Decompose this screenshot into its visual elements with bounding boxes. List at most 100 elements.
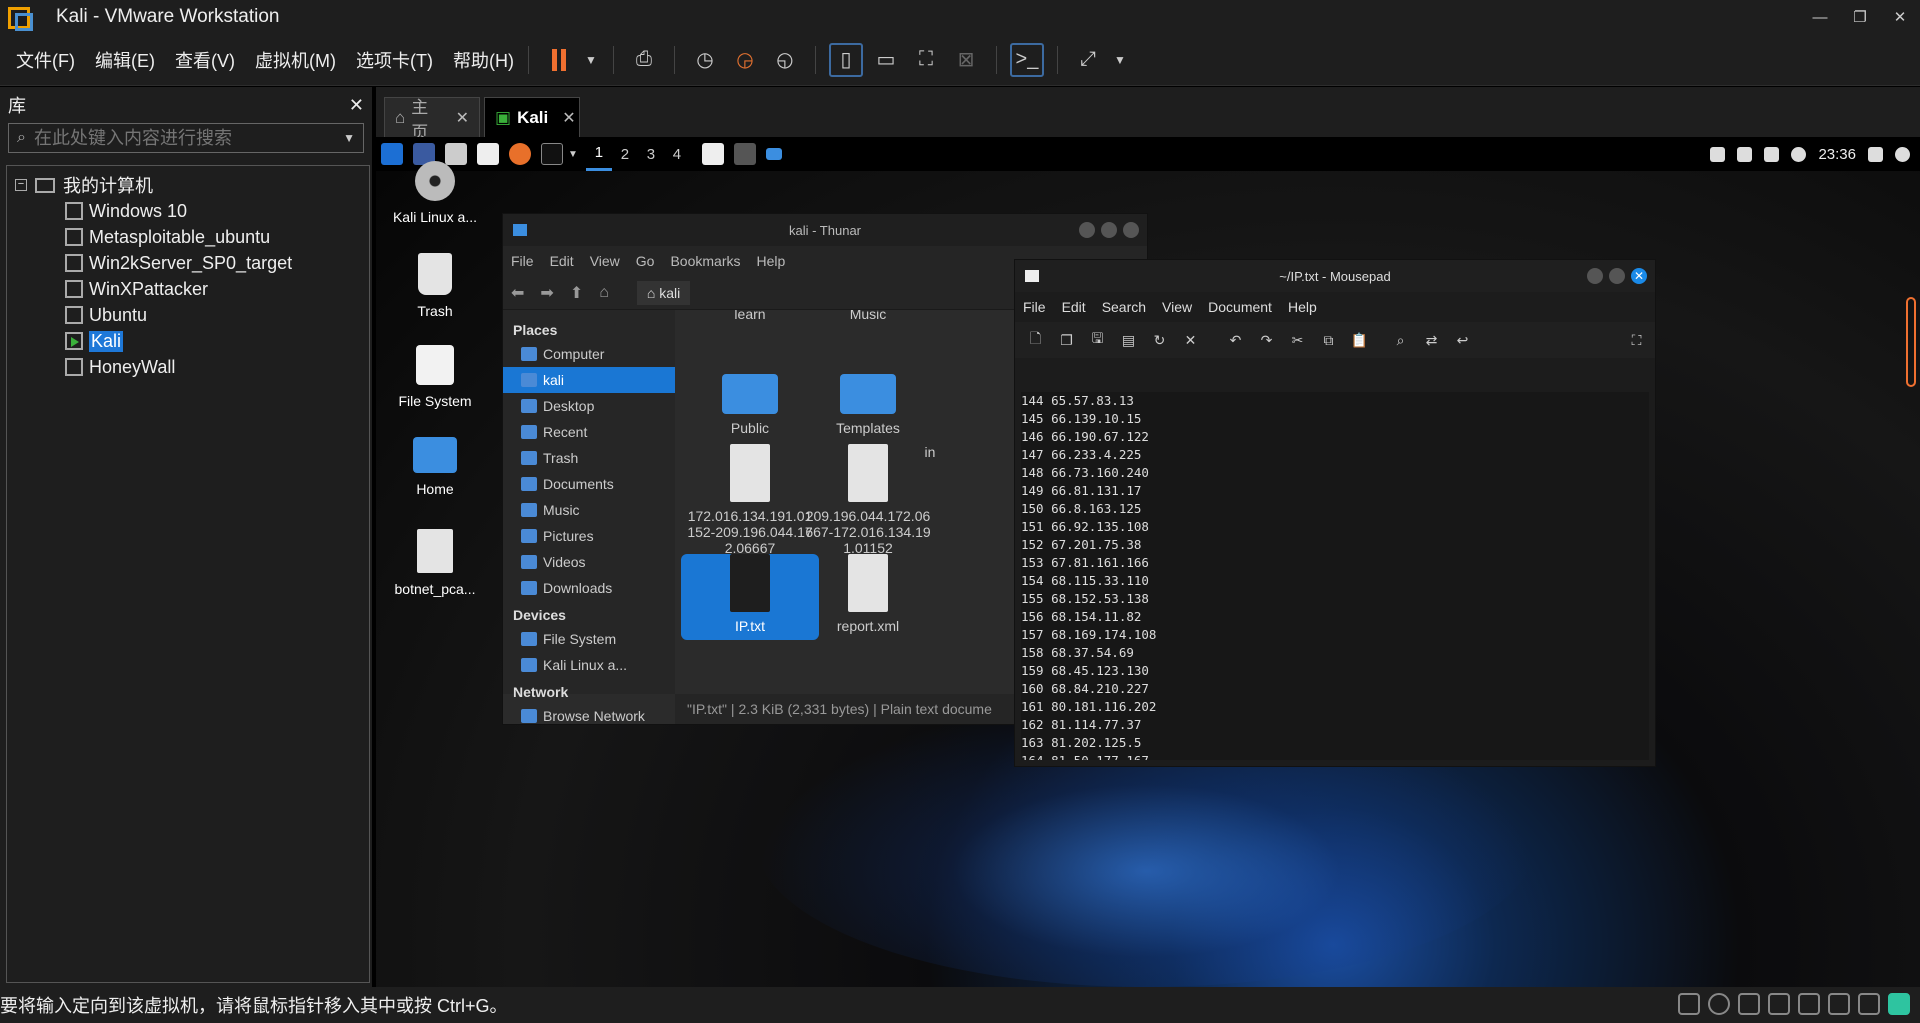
menu-edit[interactable]: 编辑(E) (95, 47, 155, 73)
menu-help[interactable]: 帮助(H) (453, 47, 514, 73)
sidebar-item[interactable]: Desktop (503, 393, 675, 419)
sidebar-item[interactable]: Trash (503, 445, 675, 471)
close-button[interactable]: ✕ (1880, 0, 1920, 34)
close-button[interactable] (1123, 222, 1139, 238)
tree-item[interactable]: Windows 10 (7, 198, 369, 224)
maximize-button[interactable] (1101, 222, 1117, 238)
redo-icon[interactable]: ↷ (1254, 332, 1279, 349)
tree-item[interactable]: Win2kServer_SP0_target (7, 250, 369, 276)
mousepad-text-area[interactable]: 144 65.57.83.13 145 66.139.10.15 146 66.19… (1021, 392, 1649, 760)
tree-item[interactable]: Ubuntu (7, 302, 369, 328)
search-icon[interactable]: ⌕ (1388, 332, 1413, 349)
new-document-icon[interactable]: 🗋 (1023, 328, 1048, 352)
tab-home[interactable]: ⌂ 主页 ✕ (384, 97, 480, 142)
sidebar-item[interactable]: Videos (503, 549, 675, 575)
copy-icon[interactable]: ⧉ (1316, 332, 1341, 349)
desktop-icon-botnet[interactable]: botnet_pca... (380, 529, 490, 597)
workspace-3[interactable]: 3 (638, 137, 664, 171)
restore-button[interactable]: ❐ (1840, 0, 1880, 34)
tab-close-icon[interactable]: ✕ (456, 108, 469, 128)
find-replace-icon[interactable]: ⇄ (1419, 332, 1444, 349)
close-button[interactable]: ✕ (1631, 268, 1647, 284)
close-document-icon[interactable]: ✕ (1178, 332, 1203, 349)
workspace-4[interactable]: 4 (664, 137, 690, 171)
stretch-guest-icon[interactable]: ⤢ (1071, 43, 1105, 77)
cut-icon[interactable]: ✂ (1285, 332, 1310, 349)
sidebar-item[interactable]: kali (503, 367, 675, 393)
unity-icon[interactable]: ⊠ (949, 43, 983, 77)
thunar-menu-item[interactable]: Go (636, 253, 655, 269)
suspend-pause-icon[interactable] (542, 43, 576, 77)
sidebar-item[interactable]: Kali Linux a... (503, 652, 675, 678)
mousepad-menu-item[interactable]: Edit (1062, 299, 1086, 315)
chevron-down-icon[interactable]: ▼ (343, 131, 355, 145)
file-item[interactable]: Templates (799, 364, 937, 442)
new-window-icon[interactable]: ❐ (1054, 332, 1079, 349)
mousepad-titlebar[interactable]: ~/IP.txt - Mousepad ✕ (1015, 260, 1655, 292)
usb-icon[interactable] (1798, 993, 1820, 1015)
forward-arrow-icon[interactable]: ➡ (540, 283, 553, 303)
paste-icon[interactable]: 📋 (1347, 332, 1372, 349)
file-item[interactable]: Music (799, 310, 937, 328)
chevron-down-icon[interactable]: ▼ (1111, 43, 1129, 77)
power-icon[interactable] (1791, 146, 1807, 162)
mousepad-menu-item[interactable]: Document (1208, 299, 1272, 315)
thunar-titlebar[interactable]: kali - Thunar (503, 214, 1147, 246)
message-log-icon[interactable] (1888, 993, 1910, 1015)
tab-kali[interactable]: ▣ Kali ✕ (484, 97, 580, 137)
sound-card-icon[interactable] (1828, 993, 1850, 1015)
task-folder-icon[interactable] (765, 148, 782, 160)
full-screen-icon[interactable]: ⛶ (909, 43, 943, 77)
sidebar-item[interactable]: Computer (503, 341, 675, 367)
task-thunar-icon[interactable] (733, 143, 756, 165)
thunar-menu-item[interactable]: File (511, 253, 534, 269)
tab-close-icon[interactable]: ✕ (562, 108, 575, 128)
show-library-icon[interactable]: ▯ (828, 42, 863, 77)
panel-clock[interactable]: 23:36 (1818, 146, 1856, 163)
console-view-icon[interactable]: >_ (1009, 42, 1044, 77)
path-crumb[interactable]: ⌂ kali (636, 280, 691, 305)
display-icon[interactable] (1710, 146, 1726, 162)
sidebar-item[interactable]: Pictures (503, 523, 675, 549)
tree-item[interactable]: Metasploitable_ubuntu (7, 224, 369, 250)
minimize-button[interactable]: — (1800, 0, 1840, 34)
chevron-down-icon[interactable]: ▼ (582, 43, 600, 77)
up-arrow-icon[interactable]: ⬆ (570, 283, 583, 303)
cd-dvd-icon[interactable] (1708, 993, 1730, 1015)
tree-root[interactable]: − 我的计算机 (7, 172, 369, 198)
snapshot-icon[interactable]: ◷ (688, 43, 722, 77)
go-to-line-icon[interactable]: ↩ (1450, 332, 1475, 349)
collapse-icon[interactable]: − (15, 179, 27, 191)
sidebar-item[interactable]: Downloads (503, 575, 675, 601)
sidebar-item[interactable]: Browse Network (503, 703, 675, 729)
fullscreen-icon[interactable]: ⛶ (1624, 332, 1649, 349)
library-search-box[interactable]: ⌕ ▼ (8, 123, 364, 153)
workspace-2[interactable]: 2 (612, 137, 638, 171)
volume-icon[interactable] (1737, 146, 1753, 162)
sidebar-item[interactable]: Documents (503, 471, 675, 497)
save-icon[interactable]: 🖫 (1085, 328, 1110, 352)
home-icon[interactable]: ⌂ (599, 284, 609, 302)
network-adapter-2-icon[interactable] (1768, 993, 1790, 1015)
mousepad-menu-item[interactable]: Help (1288, 299, 1317, 315)
library-search-input[interactable] (33, 127, 344, 149)
minimize-button[interactable] (1587, 268, 1603, 284)
lock-icon[interactable] (1868, 146, 1883, 162)
send-ctrl-alt-del-icon[interactable]: ⎙ (627, 43, 661, 77)
desktop-icon-kali-disc[interactable]: Kali Linux a... (380, 161, 490, 225)
save-as-icon[interactable]: ▤ (1116, 332, 1141, 349)
sidebar-item[interactable]: File System (503, 626, 675, 652)
library-close-button[interactable]: ✕ (349, 95, 364, 116)
tree-item[interactable]: HoneyWall (7, 354, 369, 380)
menu-file[interactable]: 文件(F) (16, 47, 75, 73)
logout-icon[interactable] (1895, 146, 1910, 162)
network-adapter-icon[interactable] (1738, 993, 1760, 1015)
menu-view[interactable]: 查看(V) (175, 47, 235, 73)
reload-icon[interactable]: ↻ (1147, 332, 1172, 349)
thunar-menu-item[interactable]: Bookmarks (670, 253, 740, 269)
sidebar-item[interactable]: Recent (503, 419, 675, 445)
mousepad-menu-item[interactable]: File (1023, 299, 1046, 315)
chevron-down-icon[interactable]: ▼ (568, 149, 578, 160)
thunar-menu-item[interactable]: Edit (550, 253, 574, 269)
desktop-icon-home[interactable]: Home (380, 437, 490, 497)
